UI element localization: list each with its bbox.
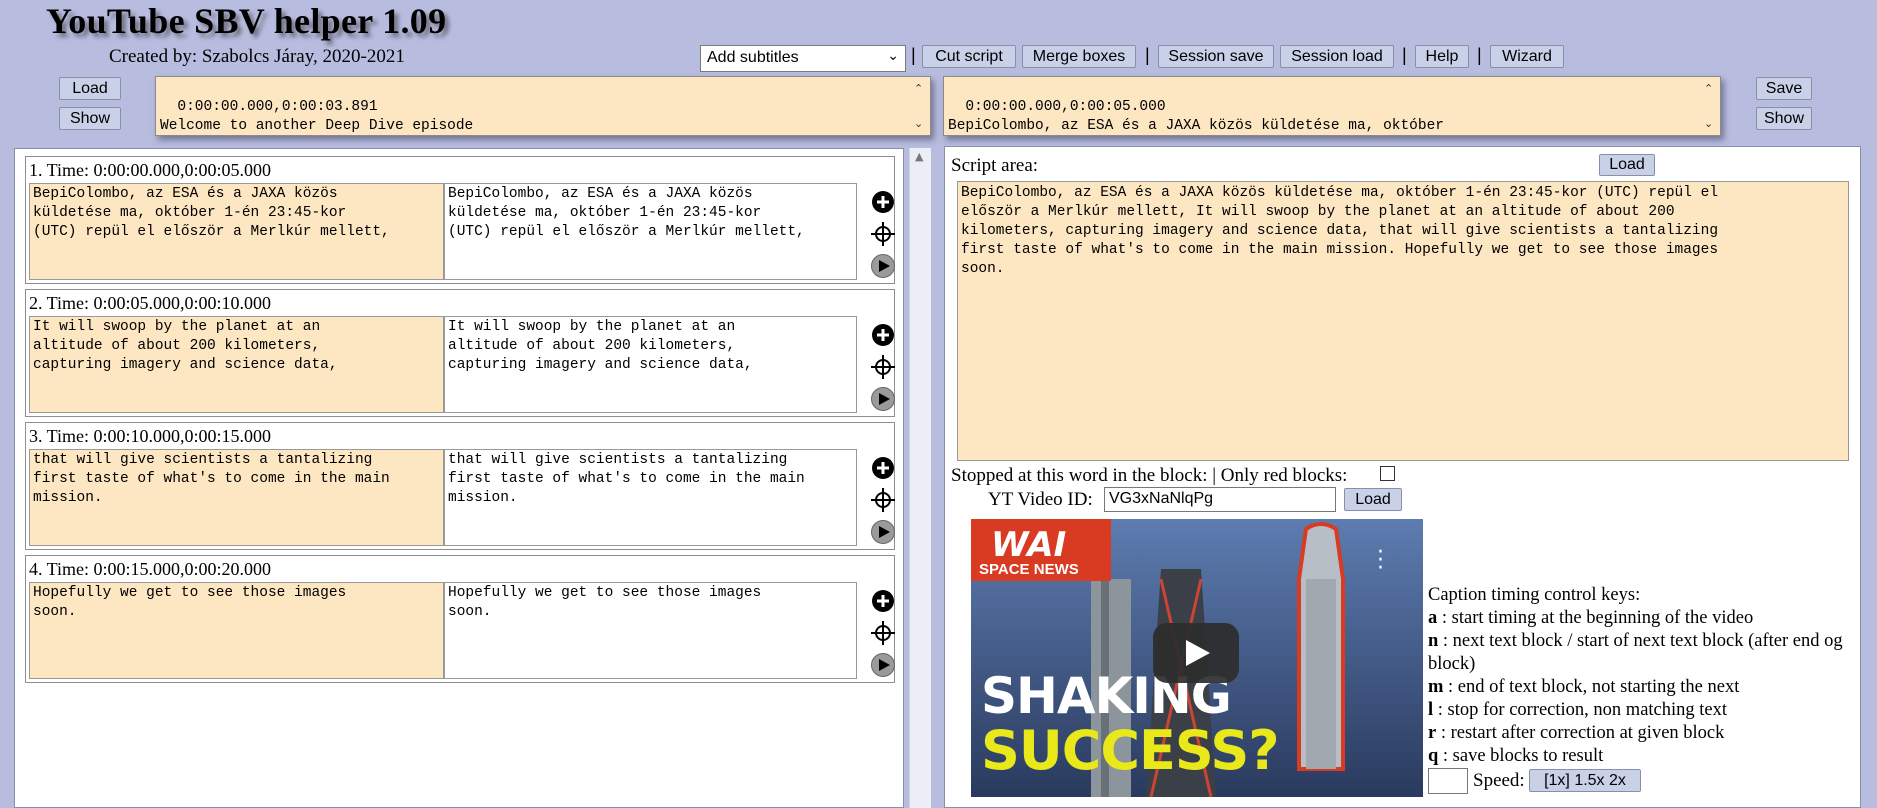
stopped-word-label: Stopped at this word in the block: xyxy=(951,465,1208,486)
text-block: 2. Time: 0:00:05.000,0:00:10.000 It will… xyxy=(25,289,895,417)
script-area-label: Script area: xyxy=(951,155,1039,176)
result-sbv-text: 0:00:00.000,0:00:05.000 BepiColombo, az … xyxy=(948,99,1444,134)
scroll-up-icon[interactable]: ⌃ xyxy=(914,79,928,98)
session-save-button[interactable]: Session save xyxy=(1158,45,1274,68)
credits-text: Created by: Szabolcs Járay, 2020-2021 xyxy=(109,46,405,67)
key-item: l : stop for correction, non matching te… xyxy=(1428,700,1728,720)
speed-options-button[interactable]: [1x] 1.5x 2x xyxy=(1529,769,1641,792)
mode-select-value: Add subtitles xyxy=(707,49,799,66)
script-panel: Script area: Load BepiColombo, az ESA és… xyxy=(944,146,1861,808)
speed-label: Speed: xyxy=(1473,770,1525,791)
scroll-down-icon[interactable]: ⌄ xyxy=(1704,114,1718,133)
block-original-text[interactable]: that will give scientists a tantalizing … xyxy=(29,449,444,546)
save-sbv-button[interactable]: Save xyxy=(1756,77,1812,100)
textarea-scrollbar[interactable]: ⌃ ⌄ xyxy=(1704,77,1718,135)
blocks-panel: 1. Time: 0:00:00.000,0:00:05.000 BepiCol… xyxy=(14,148,904,808)
crosshair-icon[interactable] xyxy=(870,221,896,247)
chevron-down-icon: ⌄ xyxy=(887,47,899,63)
text-block: 1. Time: 0:00:00.000,0:00:05.000 BepiCol… xyxy=(25,156,895,284)
script-textarea[interactable]: BepiColombo, az ESA és a JAXA közös küld… xyxy=(957,181,1849,461)
caption-keys-help: Caption timing control keys: a : start t… xyxy=(1428,584,1848,768)
source-sbv-textarea[interactable]: 0:00:00.000,0:00:03.891 Welcome to anoth… xyxy=(155,76,931,136)
status-separator: | xyxy=(1212,465,1217,486)
only-red-blocks-label: Only red blocks: xyxy=(1220,465,1348,486)
wizard-button[interactable]: Wizard xyxy=(1490,45,1564,68)
thumbnail-brand: WAI xyxy=(991,525,1067,565)
load-video-button[interactable]: Load xyxy=(1344,488,1402,511)
text-block: 4. Time: 0:00:15.000,0:00:20.000 Hopeful… xyxy=(25,555,895,683)
key-item: n : next text block / start of next text… xyxy=(1428,631,1843,674)
play-circle-icon[interactable] xyxy=(870,386,896,412)
block-title: 1. Time: 0:00:00.000,0:00:05.000 xyxy=(29,160,272,180)
block-title: 4. Time: 0:00:15.000,0:00:20.000 xyxy=(29,559,272,579)
key-item: r : restart after correction at given bl… xyxy=(1428,723,1725,743)
thumbnail-channel: SPACE NEWS xyxy=(979,561,1079,578)
crosshair-icon[interactable] xyxy=(870,354,896,380)
play-circle-icon[interactable] xyxy=(870,253,896,279)
toolbar-separator: | xyxy=(1145,45,1150,65)
block-edited-text[interactable]: Hopefully we get to see those images soo… xyxy=(444,582,857,679)
key-item: q : save blocks to result xyxy=(1428,746,1604,766)
crosshair-icon[interactable] xyxy=(870,487,896,513)
add-circle-icon[interactable] xyxy=(870,455,896,481)
toolbar-separator: | xyxy=(911,45,916,65)
textarea-scrollbar[interactable]: ⌃ ⌄ xyxy=(914,77,928,135)
load-sbv-button[interactable]: Load xyxy=(59,77,121,100)
key-item: m : end of text block, not starting the … xyxy=(1428,677,1740,697)
merge-boxes-button[interactable]: Merge boxes xyxy=(1022,45,1136,68)
block-edited-text[interactable]: BepiColombo, az ESA és a JAXA közös küld… xyxy=(444,183,857,280)
play-circle-icon[interactable] xyxy=(870,652,896,678)
video-id-input[interactable]: VG3xNaNlqPg xyxy=(1104,487,1336,512)
show-result-button[interactable]: Show xyxy=(1756,107,1812,130)
video-player[interactable]: WAI SPACE NEWS SHAKING SUCCESS? · · · xyxy=(971,519,1423,797)
mode-select[interactable]: Add subtitles ⌄ xyxy=(700,45,906,72)
scroll-down-icon[interactable]: ⌄ xyxy=(914,114,928,133)
block-title: 3. Time: 0:00:10.000,0:00:15.000 xyxy=(29,426,272,446)
blocks-scrollbar[interactable]: ▲ xyxy=(909,148,931,808)
result-sbv-textarea[interactable]: 0:00:00.000,0:00:05.000 BepiColombo, az … xyxy=(943,76,1721,136)
add-circle-icon[interactable] xyxy=(870,588,896,614)
thumbnail-line2: SUCCESS? xyxy=(981,719,1280,782)
block-edited-text[interactable]: that will give scientists a tantalizing … xyxy=(444,449,857,546)
text-block: 3. Time: 0:00:10.000,0:00:15.000 that wi… xyxy=(25,422,895,550)
add-circle-icon[interactable] xyxy=(870,189,896,215)
kebab-menu-icon[interactable]: · · · xyxy=(1377,542,1384,580)
video-id-label: YT Video ID: xyxy=(988,489,1093,510)
app-title: YouTube SBV helper 1.09 xyxy=(46,1,447,41)
help-button[interactable]: Help xyxy=(1415,45,1469,68)
scroll-up-icon[interactable]: ⌃ xyxy=(1704,79,1718,98)
block-original-text[interactable]: It will swoop by the planet at an altitu… xyxy=(29,316,444,413)
source-sbv-text: 0:00:00.000,0:00:03.891 Welcome to anoth… xyxy=(160,99,474,134)
toolbar-separator: | xyxy=(1402,45,1407,65)
block-edited-text[interactable]: It will swoop by the planet at an altitu… xyxy=(444,316,857,413)
block-title: 2. Time: 0:00:05.000,0:00:10.000 xyxy=(29,293,272,313)
block-original-text[interactable]: BepiColombo, az ESA és a JAXA közös küld… xyxy=(29,183,444,280)
crosshair-icon[interactable] xyxy=(870,620,896,646)
add-circle-icon[interactable] xyxy=(870,322,896,348)
play-circle-icon[interactable] xyxy=(870,519,896,545)
caption-keys-title: Caption timing control keys: xyxy=(1428,585,1641,605)
session-load-button[interactable]: Session load xyxy=(1280,45,1394,68)
key-item: a : start timing at the beginning of the… xyxy=(1428,608,1754,628)
scroll-up-icon[interactable]: ▲ xyxy=(915,150,923,163)
load-script-button[interactable]: Load xyxy=(1599,154,1655,176)
play-video-icon[interactable] xyxy=(1153,623,1239,683)
cut-script-button[interactable]: Cut script xyxy=(922,45,1016,68)
block-original-text[interactable]: Hopefully we get to see those images soo… xyxy=(29,582,444,679)
only-red-blocks-checkbox[interactable] xyxy=(1380,466,1395,481)
toolbar-separator: | xyxy=(1477,45,1482,65)
speed-input[interactable] xyxy=(1428,768,1468,794)
show-sbv-button[interactable]: Show xyxy=(59,107,121,130)
